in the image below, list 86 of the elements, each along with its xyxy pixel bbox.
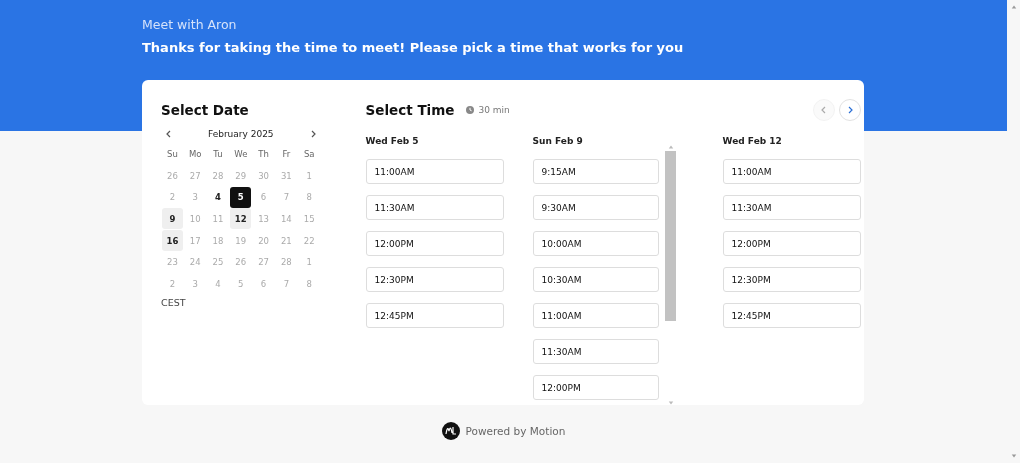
calendar-day[interactable]: 5 (230, 273, 252, 295)
time-slot-button[interactable]: 11:30AM (722, 195, 861, 220)
calendar-day[interactable]: 12 (230, 208, 252, 230)
weekday-label: Su (166, 147, 179, 161)
calendar-day[interactable]: 24 (184, 251, 206, 273)
chevron-left-icon (165, 130, 173, 138)
calendar-day[interactable]: 4 (207, 273, 229, 295)
calendar-day[interactable]: 14 (275, 208, 297, 230)
calendar-day[interactable]: 23 (161, 251, 183, 273)
time-slot-button[interactable]: 12:00PM (532, 375, 659, 400)
calendar-day[interactable]: 5 (230, 186, 252, 208)
powered-by-text: Powered by Motion (465, 425, 566, 437)
time-slot-button[interactable]: 11:30AM (365, 195, 504, 220)
time-slot-button[interactable]: 12:00PM (722, 231, 861, 256)
time-title: Select Time (365, 101, 455, 120)
host-name: Meet with Aron (142, 17, 238, 32)
date-title: Select Date (161, 101, 250, 120)
time-slot-button[interactable]: 9:30AM (532, 195, 659, 220)
calendar-day[interactable]: 19 (230, 230, 252, 252)
calendar-day[interactable]: 15 (298, 208, 320, 230)
calendar-day[interactable]: 7 (275, 273, 297, 295)
weekday-label: Th (257, 147, 270, 161)
time-slot-button[interactable]: 9:15AM (532, 159, 659, 184)
calendar-day[interactable]: 30 (253, 165, 275, 187)
time-slot-button[interactable]: 11:00AM (722, 159, 861, 184)
calendar-day[interactable]: 4 (207, 186, 229, 208)
calendar-day[interactable]: 27 (253, 251, 275, 273)
logo-icon (441, 422, 460, 440)
time-slot-button[interactable]: 12:45PM (722, 303, 861, 328)
calendar-day[interactable]: 16 (161, 230, 183, 252)
scrollbar[interactable] (664, 144, 677, 405)
weekday-label: We (233, 147, 249, 161)
scroll-down-icon (667, 400, 674, 405)
weekday-label: Sa (302, 147, 316, 161)
column-date: Wed Feb 5 (365, 136, 419, 148)
calendar-day[interactable]: 31 (275, 165, 297, 187)
calendar-day[interactable]: 3 (184, 273, 206, 295)
calendar-day[interactable]: 26 (161, 165, 183, 187)
calendar-day[interactable]: 29 (230, 165, 252, 187)
calendar-day[interactable]: 3 (184, 186, 206, 208)
time-slot-button[interactable]: 12:45PM (365, 303, 504, 328)
month-label: February 2025 (207, 129, 274, 139)
calendar-day[interactable]: 1 (298, 251, 320, 273)
calendar-day[interactable]: 6 (253, 273, 275, 295)
column-date: Wed Feb 12 (722, 136, 782, 148)
calendar-day[interactable]: 25 (207, 251, 229, 273)
time-slot-button[interactable]: 12:30PM (365, 267, 504, 292)
timezone-label: CEST (161, 296, 187, 308)
time-slot-button[interactable]: 10:30AM (532, 267, 659, 292)
scroll-down-icon (1010, 453, 1017, 459)
weekday-label: Fr (281, 147, 292, 161)
time-slot-button[interactable]: 11:00AM (365, 159, 504, 184)
calendar-day[interactable]: 22 (298, 230, 320, 252)
duration-label: 30 min (478, 105, 510, 115)
chevron-left-icon (819, 106, 828, 114)
column-date: Sun Feb 9 (532, 136, 583, 148)
time-slot-button[interactable]: 11:30AM (532, 339, 659, 364)
calendar-day[interactable]: 17 (184, 230, 206, 252)
calendar-day[interactable]: 28 (275, 251, 297, 273)
next-week-button[interactable] (838, 99, 861, 121)
time-slot-button[interactable]: 11:00AM (532, 303, 659, 328)
calendar-day[interactable]: 21 (275, 230, 297, 252)
calendar-day[interactable]: 26 (230, 251, 252, 273)
calendar-day[interactable]: 28 (207, 165, 229, 187)
calendar-day[interactable]: 2 (161, 273, 183, 295)
calendar-day[interactable]: 6 (253, 186, 275, 208)
calendar-day[interactable]: 20 (253, 230, 275, 252)
calendar-day[interactable]: 1 (298, 165, 320, 187)
clock-icon (466, 106, 475, 114)
calendar-day[interactable]: 11 (207, 208, 229, 230)
weekday-label: Tu (212, 147, 224, 161)
calendar-day[interactable]: 27 (184, 165, 206, 187)
time-slot-button[interactable]: 12:30PM (722, 267, 861, 292)
calendar-day[interactable]: 8 (298, 273, 320, 295)
calendar-day[interactable]: 2 (161, 186, 183, 208)
calendar-day[interactable]: 7 (275, 186, 297, 208)
calendar-day[interactable]: 10 (184, 208, 206, 230)
weekday-label: Mo (187, 147, 203, 161)
time-slot-button[interactable]: 12:00PM (365, 231, 504, 256)
calendar-day[interactable]: 8 (298, 186, 320, 208)
calendar-day[interactable]: 13 (253, 208, 275, 230)
scroll-up-icon (1010, 4, 1017, 10)
calendar-day[interactable]: 18 (207, 230, 229, 252)
calendar-day[interactable]: 9 (161, 208, 183, 230)
time-slot-button[interactable]: 10:00AM (532, 231, 659, 256)
welcome-message: Thanks for taking the time to meet! Please pick a time that works for you (142, 40, 685, 55)
